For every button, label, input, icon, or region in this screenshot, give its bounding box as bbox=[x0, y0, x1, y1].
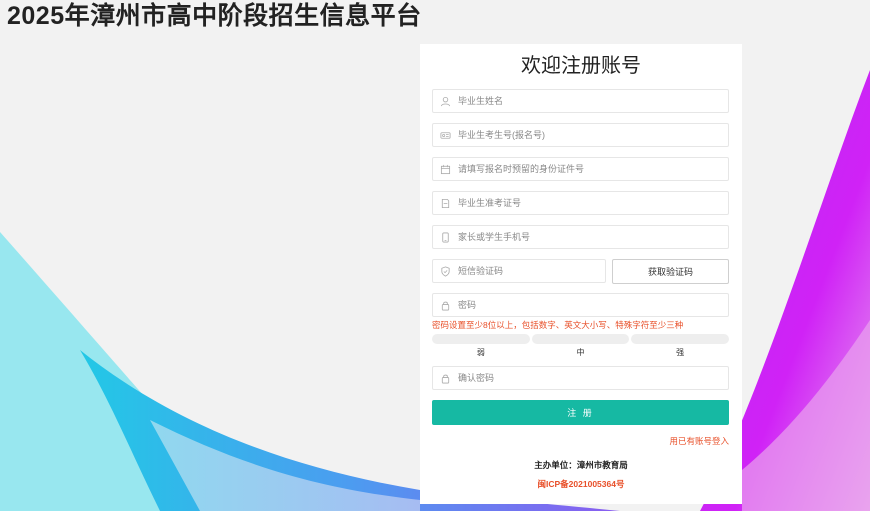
confirm-password-field[interactable] bbox=[432, 366, 729, 390]
id-number-field[interactable] bbox=[432, 157, 729, 181]
id-card-icon bbox=[433, 124, 458, 146]
sms-code-input[interactable] bbox=[458, 266, 605, 276]
register-button[interactable]: 注 册 bbox=[432, 400, 729, 425]
admission-ticket-input[interactable] bbox=[458, 198, 728, 208]
strength-medium: 中 bbox=[531, 334, 630, 358]
organizer-text: 主办单位：漳州市教育局 bbox=[534, 460, 628, 470]
strength-label: 强 bbox=[676, 348, 685, 357]
shield-icon bbox=[433, 260, 458, 282]
password-hint: 密码设置至少8位以上，包括数字、英文大小写、特殊字符至少三种 bbox=[432, 320, 684, 330]
register-panel: 欢迎注册账号 获取验证码 bbox=[420, 44, 742, 504]
form-title: 欢迎注册账号 bbox=[521, 55, 641, 77]
phone-icon bbox=[433, 226, 458, 248]
password-strength-meter: 弱 中 强 bbox=[432, 334, 730, 358]
password-input[interactable] bbox=[458, 300, 728, 310]
calendar-icon bbox=[433, 158, 458, 180]
strength-strong: 强 bbox=[631, 334, 730, 358]
id-number-input[interactable] bbox=[458, 164, 728, 174]
admission-ticket-field[interactable] bbox=[432, 191, 729, 215]
phone-input[interactable] bbox=[458, 232, 728, 242]
name-field[interactable] bbox=[432, 89, 729, 113]
phone-field[interactable] bbox=[432, 225, 729, 249]
get-code-button[interactable]: 获取验证码 bbox=[612, 259, 729, 284]
strength-bar bbox=[531, 334, 630, 344]
name-input[interactable] bbox=[458, 96, 728, 106]
password-field[interactable] bbox=[432, 293, 729, 317]
lock-icon bbox=[433, 367, 458, 389]
sms-code-field[interactable] bbox=[432, 259, 606, 283]
user-icon bbox=[433, 90, 458, 112]
confirm-password-input[interactable] bbox=[458, 373, 728, 383]
site-title: 2025年漳州市高中阶段招生信息平台 bbox=[7, 2, 422, 30]
strength-label: 中 bbox=[576, 348, 585, 357]
exam-number-field[interactable] bbox=[432, 123, 729, 147]
login-link[interactable]: 用已有账号登入 bbox=[669, 435, 729, 447]
strength-weak: 弱 bbox=[432, 334, 530, 358]
document-icon bbox=[433, 192, 458, 214]
strength-bar bbox=[631, 334, 730, 344]
lock-icon bbox=[433, 294, 458, 316]
strength-bar bbox=[432, 334, 530, 344]
icp-record-link[interactable]: 闽ICP备2021005364号 bbox=[420, 478, 742, 490]
exam-number-input[interactable] bbox=[458, 130, 728, 140]
strength-label: 弱 bbox=[476, 348, 485, 357]
